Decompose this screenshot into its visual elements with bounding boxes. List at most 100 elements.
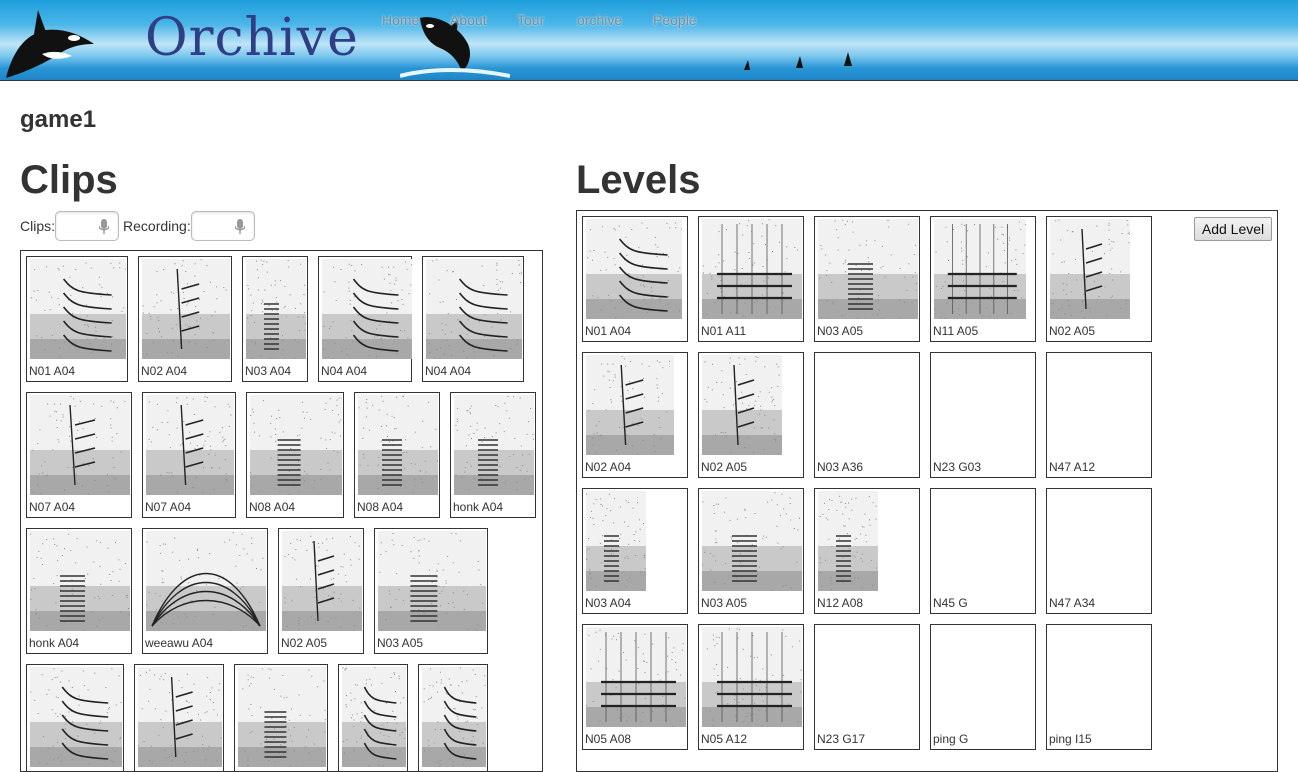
clip-label: honk A04	[453, 500, 503, 514]
spectrogram-image	[422, 667, 486, 767]
level-card[interactable]: N03 A05	[698, 488, 804, 614]
recording-field-label: Recording:	[123, 218, 191, 234]
spectrogram-image	[586, 355, 674, 455]
clips-toolbar: Clips: Recording:	[20, 211, 259, 241]
clip-label: N02 A05	[281, 636, 327, 650]
clip-card[interactable]	[26, 664, 124, 772]
recording-voice-input[interactable]	[191, 211, 255, 241]
clip-label: weeawu A04	[145, 636, 213, 650]
level-card[interactable]: N47 A12	[1046, 352, 1152, 478]
spectrogram-image	[378, 531, 486, 631]
clip-card[interactable]: N03 A05	[374, 528, 488, 654]
spectrogram-image	[702, 219, 802, 319]
spectrogram-image	[322, 259, 412, 359]
spectrogram-image	[586, 627, 686, 727]
levels-grid: Add Level N01 A04N01 A11N03 A05N11 A05N0…	[576, 210, 1278, 772]
level-label: N47 A12	[1049, 460, 1095, 474]
level-label: N03 A05	[817, 324, 863, 338]
clip-card[interactable]: honk A04	[450, 392, 536, 518]
spectrogram-image	[30, 667, 122, 767]
level-card[interactable]: N03 A05	[814, 216, 920, 342]
clip-card[interactable]	[418, 664, 488, 772]
clips-voice-input[interactable]	[55, 211, 119, 241]
level-card[interactable]: N01 A04	[582, 216, 688, 342]
clip-card[interactable]: N07 A04	[142, 392, 236, 518]
spectrogram-image	[454, 395, 534, 495]
clips-field-label: Clips:	[20, 218, 55, 234]
clip-card[interactable]	[234, 664, 328, 772]
level-label: N47 A34	[1049, 596, 1095, 610]
nav-tour[interactable]: Tour	[517, 12, 544, 28]
clip-card[interactable]: N08 A04	[354, 392, 440, 518]
level-label: N03 A36	[817, 460, 863, 474]
clip-card[interactable]: N04 A04	[422, 256, 524, 382]
clip-card[interactable]: honk A04	[26, 528, 132, 654]
level-card[interactable]: N11 A05	[930, 216, 1036, 342]
clip-card[interactable]: weeawu A04	[142, 528, 268, 654]
level-label: N12 A08	[817, 596, 863, 610]
spectrogram-image	[30, 395, 130, 495]
spectrogram-image	[250, 395, 342, 495]
spectrogram-image	[282, 531, 362, 631]
nav-orchive[interactable]: orchive	[577, 12, 622, 28]
clip-label: N04 A04	[425, 364, 471, 378]
clip-card[interactable]: N03 A04	[242, 256, 308, 382]
spectrogram-image	[426, 259, 522, 359]
level-card[interactable]: N01 A11	[698, 216, 804, 342]
site-header: Orchive Home About Tour orchive People	[0, 0, 1298, 81]
clip-label: N08 A04	[249, 500, 295, 514]
clip-label: N07 A04	[145, 500, 191, 514]
level-card[interactable]: N45 G	[930, 488, 1036, 614]
level-card[interactable]: N02 A05	[1046, 216, 1152, 342]
spectrogram-image	[30, 531, 130, 631]
level-card[interactable]: N12 A08	[814, 488, 920, 614]
nav-about[interactable]: About	[450, 12, 487, 28]
level-card[interactable]: N03 A36	[814, 352, 920, 478]
spectrogram-image	[586, 219, 682, 319]
nav-people[interactable]: People	[653, 12, 697, 28]
clip-label: N07 A04	[29, 500, 75, 514]
clip-card[interactable]: N02 A04	[138, 256, 232, 382]
level-card[interactable]: ping I15	[1046, 624, 1152, 750]
spectrogram-image	[818, 219, 918, 319]
clip-card[interactable]: N08 A04	[246, 392, 344, 518]
level-card[interactable]: N05 A12	[698, 624, 804, 750]
add-level-button[interactable]: Add Level	[1194, 217, 1272, 241]
clip-card[interactable]	[338, 664, 408, 772]
level-card[interactable]: N03 A04	[582, 488, 688, 614]
spectrogram-image	[1050, 219, 1130, 319]
level-label: N23 G17	[817, 732, 865, 746]
level-card[interactable]: N23 G03	[930, 352, 1036, 478]
clip-card[interactable]	[134, 664, 224, 772]
clip-label: N08 A04	[357, 500, 403, 514]
spectrogram-image	[142, 259, 230, 359]
spectrogram-image	[246, 259, 306, 359]
level-card[interactable]: ping G	[930, 624, 1036, 750]
nav-home[interactable]: Home	[382, 12, 419, 28]
level-card[interactable]: N02 A05	[698, 352, 804, 478]
clip-card[interactable]: N07 A04	[26, 392, 132, 518]
clip-card[interactable]: N02 A05	[278, 528, 364, 654]
level-label: N05 A08	[585, 732, 631, 746]
level-card[interactable]: N05 A08	[582, 624, 688, 750]
clip-card[interactable]: N01 A04	[26, 256, 128, 382]
spectrogram-image	[586, 491, 646, 591]
level-label: N03 A04	[585, 596, 631, 610]
clip-label: honk A04	[29, 636, 79, 650]
level-label: N01 A04	[585, 324, 631, 338]
orca-logo-icon	[2, 4, 98, 80]
spectrogram-image	[702, 355, 782, 455]
clip-label: N03 A05	[377, 636, 423, 650]
level-label: N45 G	[933, 596, 968, 610]
level-card[interactable]: N47 A34	[1046, 488, 1152, 614]
microphone-icon	[235, 219, 245, 235]
clip-label: N01 A04	[29, 364, 75, 378]
level-card[interactable]: N23 G17	[814, 624, 920, 750]
level-card[interactable]: N02 A04	[582, 352, 688, 478]
spectrogram-image	[238, 667, 326, 767]
clip-card[interactable]: N04 A04	[318, 256, 412, 382]
level-label: N02 A05	[701, 460, 747, 474]
level-label: N03 A05	[701, 596, 747, 610]
level-label: ping I15	[1049, 732, 1092, 746]
site-logo[interactable]: Orchive	[145, 8, 359, 68]
